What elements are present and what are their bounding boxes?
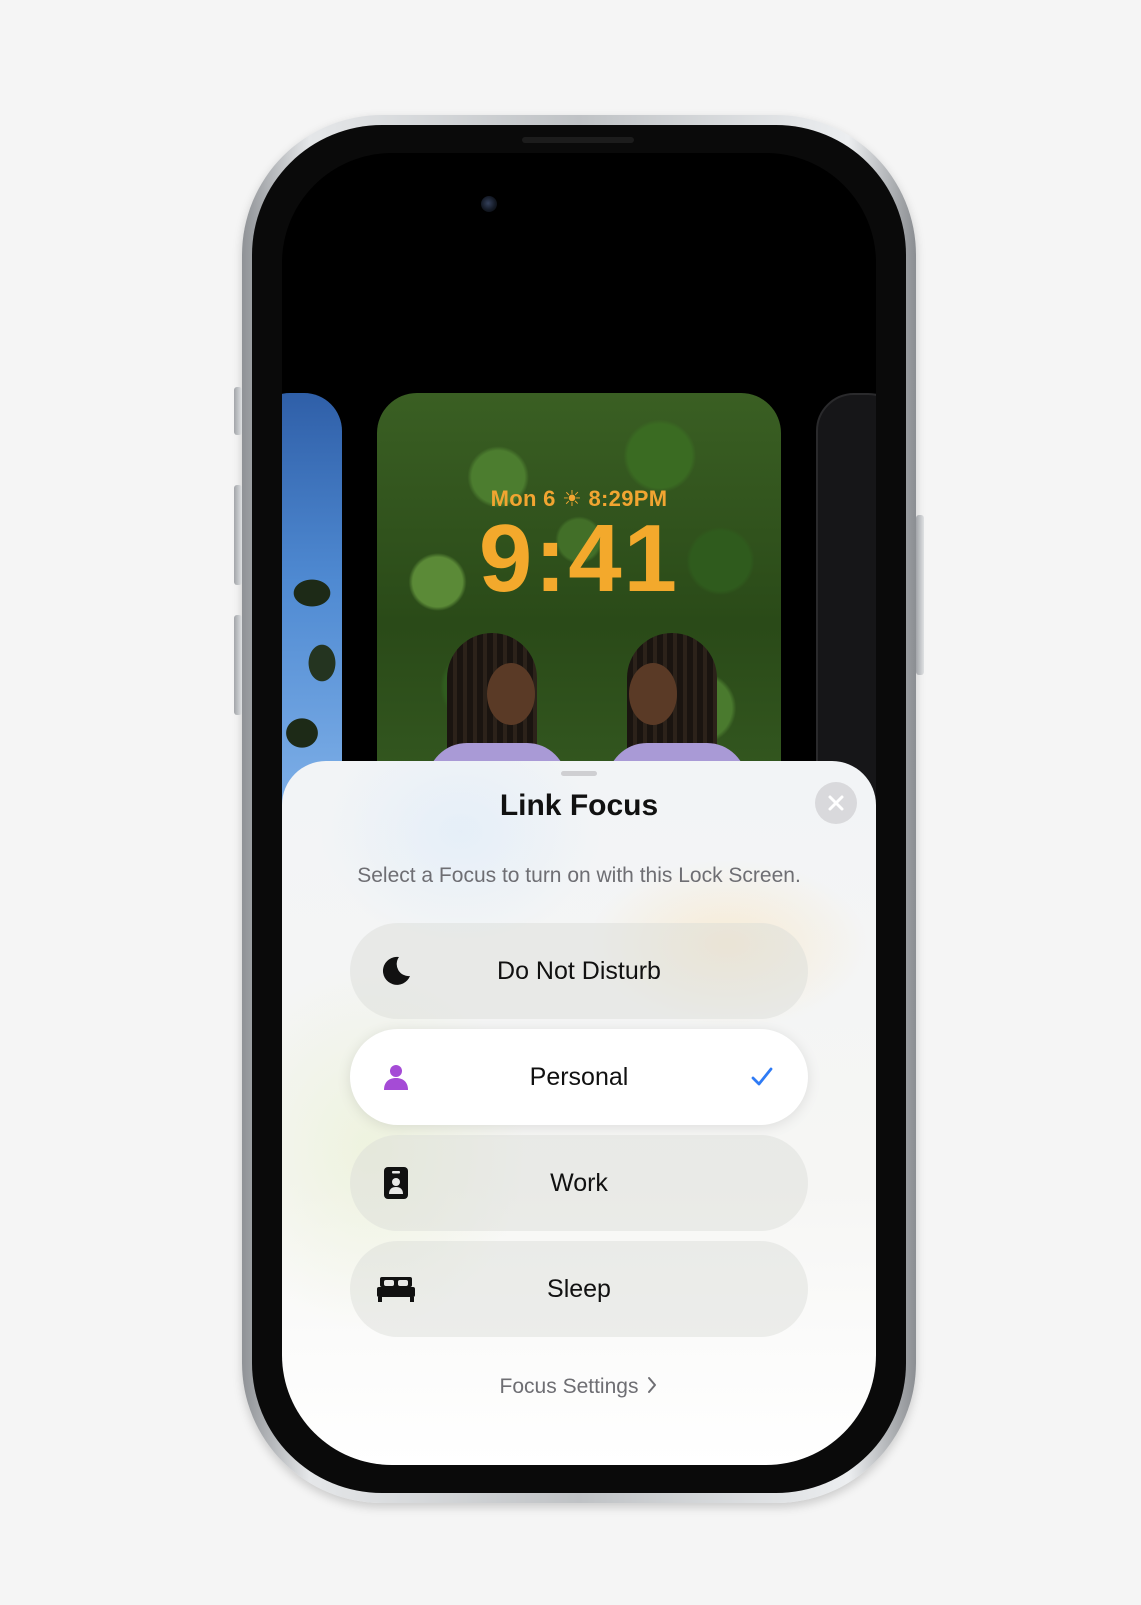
lock-screen-time: 9:41 (478, 505, 680, 612)
close-icon (828, 795, 844, 811)
focus-option-personal[interactable]: Personal (350, 1029, 808, 1125)
focus-settings-link[interactable]: Focus Settings (282, 1375, 876, 1399)
action-button (234, 387, 242, 435)
focus-option-sleep[interactable]: Sleep (350, 1241, 808, 1337)
volume-down-button (234, 615, 242, 715)
focus-option-label: Personal (529, 1063, 629, 1091)
focus-option-do-not-disturb[interactable]: Do Not Disturb (350, 923, 808, 1019)
side-power-button (916, 515, 924, 675)
focus-options-list: Do Not Disturb Personal Work Sleep (350, 923, 808, 1347)
focus-option-label: Work (550, 1169, 608, 1197)
focus-option-label: Do Not Disturb (497, 957, 661, 985)
sheet-grabber[interactable] (561, 771, 597, 776)
phone-bezel: Mon 6 ☀ 8:29PM 9:41 Link Focus Select a … (252, 125, 906, 1493)
lock-screen-card-current[interactable]: Mon 6 ☀ 8:29PM 9:41 (377, 393, 781, 813)
checkmark-icon (751, 1067, 773, 1086)
earpiece-speaker (522, 137, 634, 143)
close-button[interactable] (815, 782, 857, 824)
sheet-title: Link Focus (499, 789, 659, 822)
chevron-right-icon (648, 1377, 657, 1393)
iphone-device: Mon 6 ☀ 8:29PM 9:41 Link Focus Select a … (234, 115, 924, 1503)
sheet-subtitle: Select a Focus to turn on with this Lock… (357, 864, 801, 887)
lock-screen-card-previous[interactable] (282, 393, 342, 813)
focus-option-work[interactable]: Work (350, 1135, 808, 1231)
focus-settings-label: Focus Settings (499, 1375, 639, 1398)
link-focus-sheet: Link Focus Select a Focus to turn on wit… (282, 761, 876, 1465)
focus-option-label: Sleep (547, 1275, 611, 1303)
phone-screen: Mon 6 ☀ 8:29PM 9:41 Link Focus Select a … (282, 153, 876, 1465)
volume-up-button (234, 485, 242, 585)
front-camera (481, 196, 497, 212)
lock-screen-card-next[interactable] (816, 393, 876, 813)
